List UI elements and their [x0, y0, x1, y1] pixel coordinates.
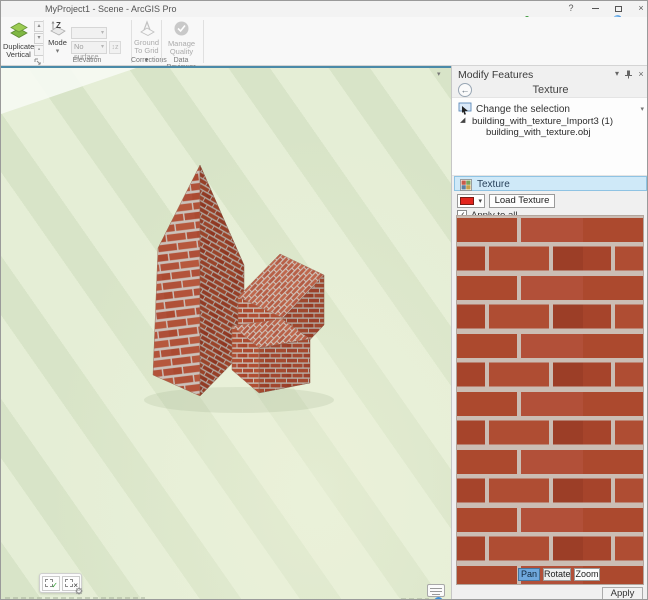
texture-color-picker[interactable]: ▾: [457, 194, 485, 208]
keyboard-icon[interactable]: [427, 584, 445, 597]
panel-menu-icon[interactable]: ▾: [611, 69, 623, 78]
selection-area: Change the selection ▾ ◢ building_with_t…: [452, 97, 648, 176]
selection-dropdown-icon[interactable]: ▾: [640, 105, 644, 113]
tree-item-layer[interactable]: building_with_texture_Import3 (1): [472, 116, 613, 127]
offset-z-icon[interactable]: ↕z: [109, 41, 121, 54]
minimize-icon: [592, 8, 599, 9]
maximize-icon: [615, 6, 622, 12]
dropdown-arrow-icon: ▾: [56, 48, 60, 55]
dropdown-arrow-icon: ▾: [478, 197, 482, 205]
change-selection-icon: [458, 102, 472, 115]
texture-preview[interactable]: [457, 216, 643, 584]
ground-to-grid-icon: [138, 20, 156, 36]
duplicate-vertical-icon: [7, 20, 31, 40]
texture-icon: [460, 179, 472, 191]
color-swatch: [460, 197, 474, 205]
texture-tool-item[interactable]: Texture: [454, 176, 647, 191]
mode-z-icon: Z: [49, 20, 67, 36]
rotate-button[interactable]: Rotate: [543, 568, 571, 581]
svg-text:Z: Z: [56, 21, 61, 30]
texture-item-label: Texture: [477, 179, 510, 190]
pan-button[interactable]: Pan: [518, 568, 540, 581]
dropdown-arrow-icon: ▾: [101, 28, 104, 38]
panel-title: Modify Features: [458, 69, 533, 81]
arcgis-pro-window: MyProject1 - Scene - ArcGIS Pro ? × Bobb…: [0, 0, 648, 600]
apply-button[interactable]: Apply: [602, 587, 643, 600]
dropdown-arrow-icon: ▾: [101, 42, 104, 52]
duplicate-vertical-button[interactable]: Duplicate Vertical: [3, 20, 34, 58]
elevation-mode-combobox[interactable]: ▾: [71, 27, 107, 39]
finish-check-icon: ✓: [51, 582, 58, 590]
zoom-button[interactable]: Zoom: [574, 568, 600, 581]
group-separator: [203, 20, 204, 63]
sketch-outline-icon: [65, 579, 73, 587]
view-menu-icon[interactable]: ▾: [437, 70, 441, 78]
manage-quality-icon: [173, 20, 190, 37]
panel-close-icon[interactable]: ×: [635, 69, 647, 79]
change-selection-label[interactable]: Change the selection: [476, 104, 570, 115]
ground-to-grid-button[interactable]: Ground To Grid ▾: [134, 20, 159, 58]
help-button[interactable]: ?: [561, 2, 581, 15]
dialog-launcher-icon[interactable]: [34, 58, 42, 66]
scene-viewport[interactable]: ▾ ✓ ×: [1, 66, 451, 600]
tree-item-feature[interactable]: building_with_texture.obj: [486, 127, 591, 138]
manage-quality-button[interactable]: Manage Quality: [165, 20, 198, 58]
mode-button[interactable]: Z Mode ▾: [46, 20, 69, 58]
elevation-group-label: Elevation: [43, 57, 131, 64]
tool-title: Texture: [452, 84, 648, 96]
window-title: MyProject1 - Scene - ArcGIS Pro: [45, 4, 177, 14]
brick-building-model: [1, 68, 451, 600]
minimize-button[interactable]: [585, 2, 605, 15]
close-button[interactable]: ×: [631, 2, 648, 15]
modify-features-panel: Modify Features ▾ × ← Texture Change the…: [451, 66, 648, 600]
tree-expand-icon[interactable]: ◢: [460, 116, 465, 124]
sketch-options-gear-icon[interactable]: [75, 587, 83, 595]
pin-icon[interactable]: [624, 70, 633, 79]
maximize-button[interactable]: [608, 2, 628, 15]
load-texture-button[interactable]: Load Texture: [489, 194, 555, 208]
ribbon: Duplicate Vertical ▴ ▾ ▪ Z Mode ▾ ▾: [1, 17, 647, 66]
surface-combobox[interactable]: No surface ▾: [71, 41, 107, 54]
corrections-group-label: Corrections: [131, 57, 161, 64]
finish-sketch-button[interactable]: ✓: [42, 576, 60, 591]
